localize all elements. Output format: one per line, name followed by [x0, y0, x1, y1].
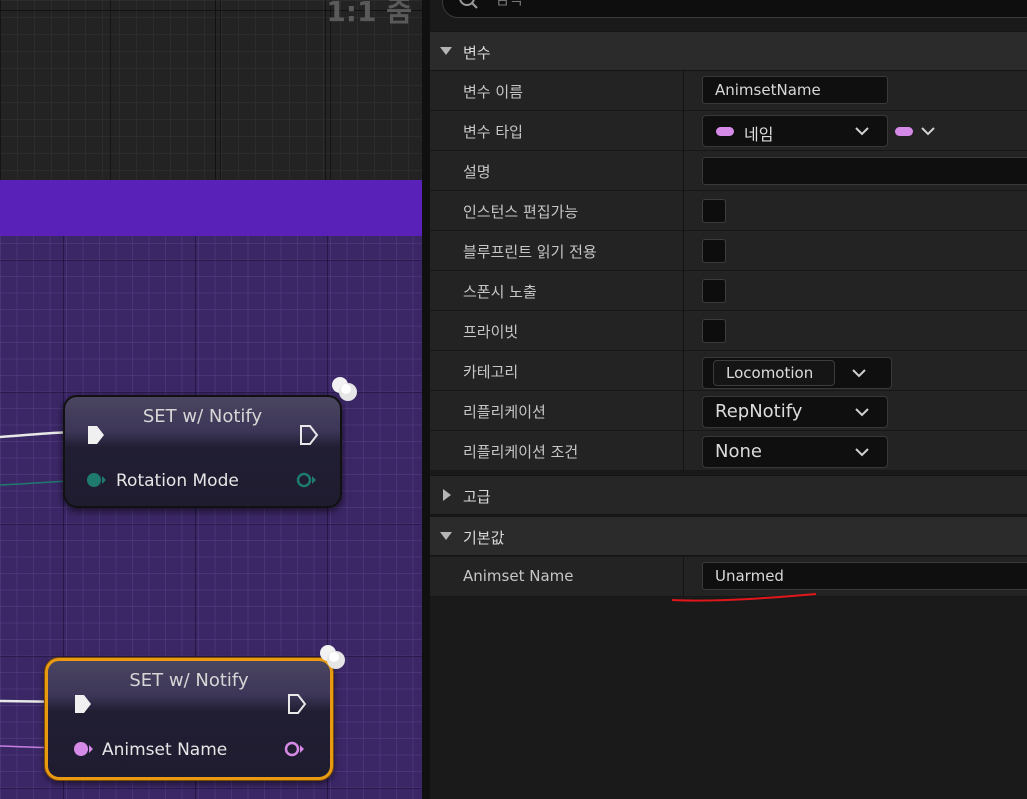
variable-type-dropdown[interactable]: 네임: [702, 115, 888, 147]
row-variable-name: 변수 이름 AnimsetName: [430, 71, 1027, 111]
property-label: 변수 타입: [463, 123, 523, 141]
row-replication-condition: 리플리케이션 조건 None: [430, 431, 1027, 471]
search-icon: [459, 0, 478, 9]
column-divider: [683, 351, 684, 391]
chevron-down-icon: [852, 369, 866, 378]
section-advanced[interactable]: 고급: [430, 475, 1027, 515]
column-divider: [683, 111, 684, 151]
search-bar[interactable]: [442, 0, 1027, 18]
type-color-icon: [716, 127, 734, 136]
chevron-down-icon: [440, 532, 452, 540]
column-divider: [683, 311, 684, 351]
details-panel: 변수 변수 이름 AnimsetName 변수 타입 네임 설명 인스턴스 편집…: [430, 0, 1027, 799]
annotation-underline: [671, 593, 817, 602]
section-label: 고급: [463, 488, 491, 506]
column-divider: [683, 271, 684, 311]
variable-name-field[interactable]: AnimsetName: [702, 76, 888, 104]
section-label: 변수: [463, 44, 491, 62]
panel-splitter[interactable]: [422, 0, 430, 799]
node-title: SET w/ Notify: [129, 670, 249, 691]
section-default-value[interactable]: 기본값: [430, 516, 1027, 556]
column-divider: [683, 391, 684, 431]
category-input[interactable]: Locomotion: [713, 360, 835, 386]
data-in-pin-icon[interactable]: [72, 740, 96, 758]
chevron-right-icon: [443, 489, 451, 501]
variable-type-value: 네임: [744, 125, 774, 144]
row-expose-on-spawn: 스폰시 노출: [430, 271, 1027, 311]
instance-editable-checkbox[interactable]: [702, 199, 726, 223]
column-divider: [683, 231, 684, 271]
property-label: 리플리케이션 조건: [463, 443, 579, 461]
row-instance-editable: 인스턴스 편집가능: [430, 191, 1027, 231]
property-label: 스폰시 노출: [463, 283, 537, 301]
property-label: 프라이빗: [463, 323, 519, 341]
property-label: 카테고리: [463, 363, 519, 381]
row-variable-type: 변수 타입 네임: [430, 111, 1027, 151]
property-label: 변수 이름: [463, 83, 523, 101]
set-notify-node-animset[interactable]: SET w/ Notify Animset Name: [45, 658, 333, 780]
chevron-down-icon[interactable]: [921, 127, 935, 136]
private-checkbox[interactable]: [702, 319, 726, 343]
property-label: 인스턴스 편집가능: [463, 203, 579, 221]
exec-in-pin-icon[interactable]: [72, 693, 94, 715]
chevron-down-icon: [855, 408, 869, 417]
animset-default-field[interactable]: Unarmed: [702, 562, 1027, 590]
replication-condition-dropdown[interactable]: None: [702, 436, 888, 468]
pin-label: Rotation Mode: [116, 471, 239, 491]
blueprint-graph[interactable]: 1:1 줌 SET w/ Notify Rotation Mode SET w/…: [0, 0, 422, 799]
section-variable[interactable]: 변수: [430, 31, 1027, 71]
exec-out-pin-icon[interactable]: [286, 693, 308, 715]
replication-dropdown[interactable]: RepNotify: [702, 396, 888, 428]
pin-label: Animset Name: [102, 740, 228, 760]
property-label: 블루프린트 읽기 전용: [463, 243, 597, 261]
search-input[interactable]: [495, 0, 695, 8]
category-value: Locomotion: [726, 364, 814, 382]
description-field[interactable]: [702, 157, 1027, 185]
chevron-down-icon: [855, 448, 869, 457]
data-in-pin-icon[interactable]: [85, 471, 109, 489]
expose-on-spawn-checkbox[interactable]: [702, 279, 726, 303]
blueprint-readonly-checkbox[interactable]: [702, 239, 726, 263]
replication-icon: [320, 645, 345, 669]
replication-icon: [332, 377, 357, 401]
row-private: 프라이빗: [430, 311, 1027, 351]
column-divider: [683, 431, 684, 471]
category-combo[interactable]: Locomotion: [702, 357, 892, 389]
row-description: 설명: [430, 151, 1027, 191]
set-notify-node-rotation[interactable]: SET w/ Notify Rotation Mode: [63, 395, 342, 508]
row-replication: 리플리케이션 RepNotify: [430, 391, 1027, 431]
property-label: 리플리케이션: [463, 403, 546, 421]
row-category: 카테고리 Locomotion: [430, 351, 1027, 391]
row-blueprint-readonly: 블루프린트 읽기 전용: [430, 231, 1027, 271]
data-out-pin-icon[interactable]: [295, 471, 319, 489]
section-label: 기본값: [463, 529, 505, 547]
chevron-down-icon: [440, 47, 452, 55]
replication-condition-value: None: [715, 441, 762, 462]
column-divider: [683, 151, 684, 191]
data-out-pin-icon[interactable]: [283, 740, 307, 758]
exec-out-pin-icon[interactable]: [298, 424, 320, 446]
replication-value: RepNotify: [715, 401, 803, 422]
column-divider: [683, 191, 684, 231]
exec-in-pin-icon[interactable]: [85, 424, 107, 446]
property-label: 설명: [463, 163, 491, 181]
container-type-icon[interactable]: [895, 127, 913, 136]
chevron-down-icon: [855, 127, 869, 136]
property-label: Animset Name: [463, 567, 574, 585]
column-divider: [683, 71, 684, 111]
